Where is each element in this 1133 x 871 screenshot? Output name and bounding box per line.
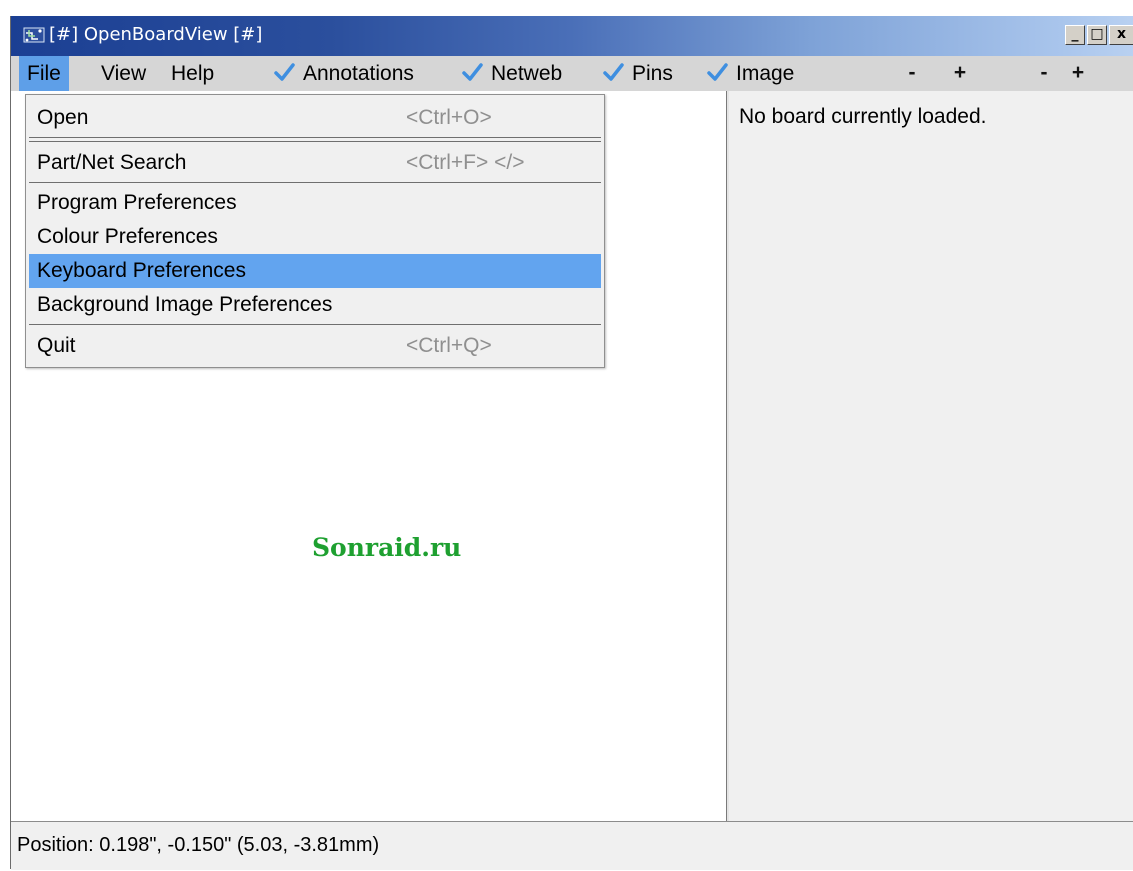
maximize-button[interactable]: □ — [1087, 25, 1107, 45]
window-title: [#] OpenBoardView [#] — [49, 24, 263, 45]
image-zoom-in-button[interactable]: + — [1063, 61, 1093, 87]
menu-item-label: Program Preferences — [37, 191, 237, 214]
no-board-message: No board currently loaded. — [739, 105, 987, 128]
menu-view[interactable]: View — [101, 56, 146, 91]
menu-separator — [29, 141, 601, 142]
menu-item-colour-preferences[interactable]: Colour Preferences — [29, 220, 601, 254]
menu-item-label: Quit — [37, 334, 76, 357]
toggle-netweb[interactable]: Netweb — [461, 56, 562, 91]
menu-separator — [29, 137, 601, 138]
checkmark-icon — [707, 63, 728, 81]
menu-item-open[interactable]: Open <Ctrl+O> — [29, 101, 601, 135]
menu-item-label: Colour Preferences — [37, 225, 218, 248]
app-icon — [23, 27, 45, 43]
toggle-pins[interactable]: Pins — [602, 56, 673, 91]
minimize-button[interactable]: _ — [1065, 25, 1085, 45]
watermark-text: Sonraid.ru — [312, 533, 462, 562]
menu-item-label: Open — [37, 106, 89, 129]
menu-separator — [29, 324, 601, 325]
toggle-annotations[interactable]: Annotations — [273, 56, 414, 91]
menu-item-label: Part/Net Search — [37, 151, 187, 174]
menu-item-background-image-preferences[interactable]: Background Image Preferences — [29, 288, 601, 322]
zoom-out-button[interactable]: - — [897, 61, 927, 87]
info-panel: No board currently loaded. — [729, 91, 1133, 821]
menu-item-shortcut: <Ctrl+F> </> — [406, 151, 525, 174]
menu-item-keyboard-preferences[interactable]: Keyboard Preferences — [29, 254, 601, 288]
toggle-pins-label: Pins — [632, 62, 673, 85]
checkmark-icon — [603, 63, 624, 81]
toggle-netweb-label: Netweb — [491, 62, 563, 85]
menu-item-label: Keyboard Preferences — [37, 259, 246, 282]
checkmark-icon — [274, 63, 295, 81]
menu-item-part-net-search[interactable]: Part/Net Search <Ctrl+F> </> — [29, 146, 601, 180]
file-menu-dropdown: Open <Ctrl+O> Part/Net Search <Ctrl+F> <… — [25, 94, 605, 368]
toggle-image[interactable]: Image — [706, 56, 794, 91]
menu-bar: File View Help Annotations Netweb Pins I… — [11, 56, 1133, 91]
status-bar: Position: 0.198", -0.150" (5.03, -3.81mm… — [11, 821, 1133, 870]
toggle-annotations-label: Annotations — [303, 62, 414, 85]
menu-item-program-preferences[interactable]: Program Preferences — [29, 186, 601, 220]
menu-item-quit[interactable]: Quit <Ctrl+Q> — [29, 329, 601, 363]
menu-item-shortcut: <Ctrl+O> — [406, 106, 492, 129]
close-button[interactable]: x — [1109, 25, 1133, 45]
menu-help[interactable]: Help — [171, 56, 214, 91]
menu-separator — [29, 182, 601, 183]
checkmark-icon — [462, 63, 483, 81]
image-zoom-out-button[interactable]: - — [1029, 61, 1059, 87]
menu-file[interactable]: File — [19, 56, 69, 91]
position-readout: Position: 0.198", -0.150" (5.03, -3.81mm… — [17, 834, 380, 856]
menu-item-shortcut: <Ctrl+Q> — [406, 334, 492, 357]
title-bar[interactable]: [#] OpenBoardView [#] _ □ x — [11, 16, 1133, 56]
menu-item-label: Background Image Preferences — [37, 293, 333, 316]
toggle-image-label: Image — [736, 62, 795, 85]
zoom-in-button[interactable]: + — [945, 61, 975, 87]
